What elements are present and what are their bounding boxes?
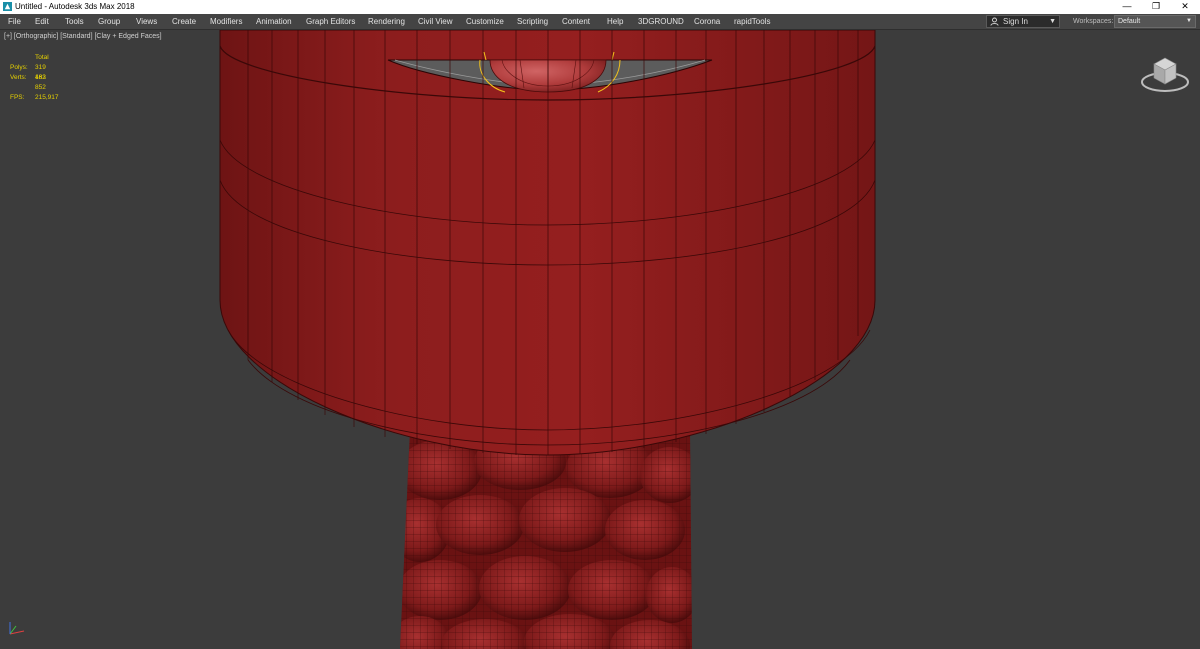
scene-canvas[interactable] bbox=[0, 30, 1200, 649]
workspace-value: Default bbox=[1118, 18, 1141, 25]
menu-file[interactable]: File bbox=[8, 14, 21, 29]
chevron-down-icon: ▼ bbox=[1049, 18, 1056, 25]
sign-in-dropdown[interactable]: Sign In ▼ bbox=[986, 15, 1060, 28]
menu-rendering[interactable]: Rendering bbox=[368, 14, 405, 29]
menu-scripting[interactable]: Scripting bbox=[517, 14, 548, 29]
menu-civil-view[interactable]: Civil View bbox=[418, 14, 453, 29]
fps-label: FPS: bbox=[10, 94, 25, 101]
perspective-viewport[interactable]: [+] [Orthographic] [Standard] [Clay + Ed… bbox=[0, 30, 1200, 649]
viewport-label-menu[interactable]: [+] [Orthographic] [Standard] [Clay + Ed… bbox=[4, 33, 162, 40]
workspaces-label: Workspaces: bbox=[1073, 18, 1114, 25]
viewcube-icon[interactable] bbox=[1138, 50, 1192, 96]
menu-views[interactable]: Views bbox=[136, 14, 157, 29]
restore-button[interactable]: ❐ bbox=[1142, 0, 1170, 14]
title-bar: Untitled - Autodesk 3ds Max 2018 — ❐ ✕ bbox=[0, 0, 1200, 14]
menu-rapidtools[interactable]: rapidTools bbox=[734, 14, 770, 29]
fps-value: 215,917 bbox=[35, 94, 59, 101]
stats-header: Total bbox=[35, 54, 49, 61]
menu-graph-editors[interactable]: Graph Editors bbox=[306, 14, 355, 29]
lamp-shade-mesh[interactable] bbox=[219, 30, 876, 456]
app-icon bbox=[3, 2, 12, 11]
menu-edit[interactable]: Edit bbox=[35, 14, 49, 29]
polys-label: Polys: bbox=[10, 64, 28, 71]
axis-tripod-icon bbox=[9, 622, 25, 635]
verts-value: 163 852 bbox=[35, 74, 46, 91]
menu-help[interactable]: Help bbox=[607, 14, 623, 29]
menu-create[interactable]: Create bbox=[172, 14, 196, 29]
close-button[interactable]: ✕ bbox=[1171, 0, 1199, 14]
menu-modifiers[interactable]: Modifiers bbox=[210, 14, 242, 29]
lamp-base-mesh[interactable] bbox=[390, 430, 700, 649]
menu-bar: File Edit Tools Group Views Create Modif… bbox=[0, 14, 1200, 30]
menu-3dground[interactable]: 3DGROUND bbox=[638, 14, 684, 29]
user-icon bbox=[990, 17, 999, 26]
workspace-select[interactable]: Default ▼ bbox=[1114, 15, 1196, 28]
minimize-button[interactable]: — bbox=[1113, 0, 1141, 14]
sign-in-label: Sign In bbox=[1003, 17, 1028, 26]
menu-corona[interactable]: Corona bbox=[694, 14, 720, 29]
menu-animation[interactable]: Animation bbox=[256, 14, 292, 29]
menu-group[interactable]: Group bbox=[98, 14, 120, 29]
menu-tools[interactable]: Tools bbox=[65, 14, 84, 29]
menu-content[interactable]: Content bbox=[562, 14, 590, 29]
chevron-down-icon: ▼ bbox=[1186, 18, 1192, 24]
verts-label: Verts: bbox=[10, 74, 27, 81]
menu-customize[interactable]: Customize bbox=[466, 14, 504, 29]
window-title: Untitled - Autodesk 3ds Max 2018 bbox=[15, 2, 135, 11]
